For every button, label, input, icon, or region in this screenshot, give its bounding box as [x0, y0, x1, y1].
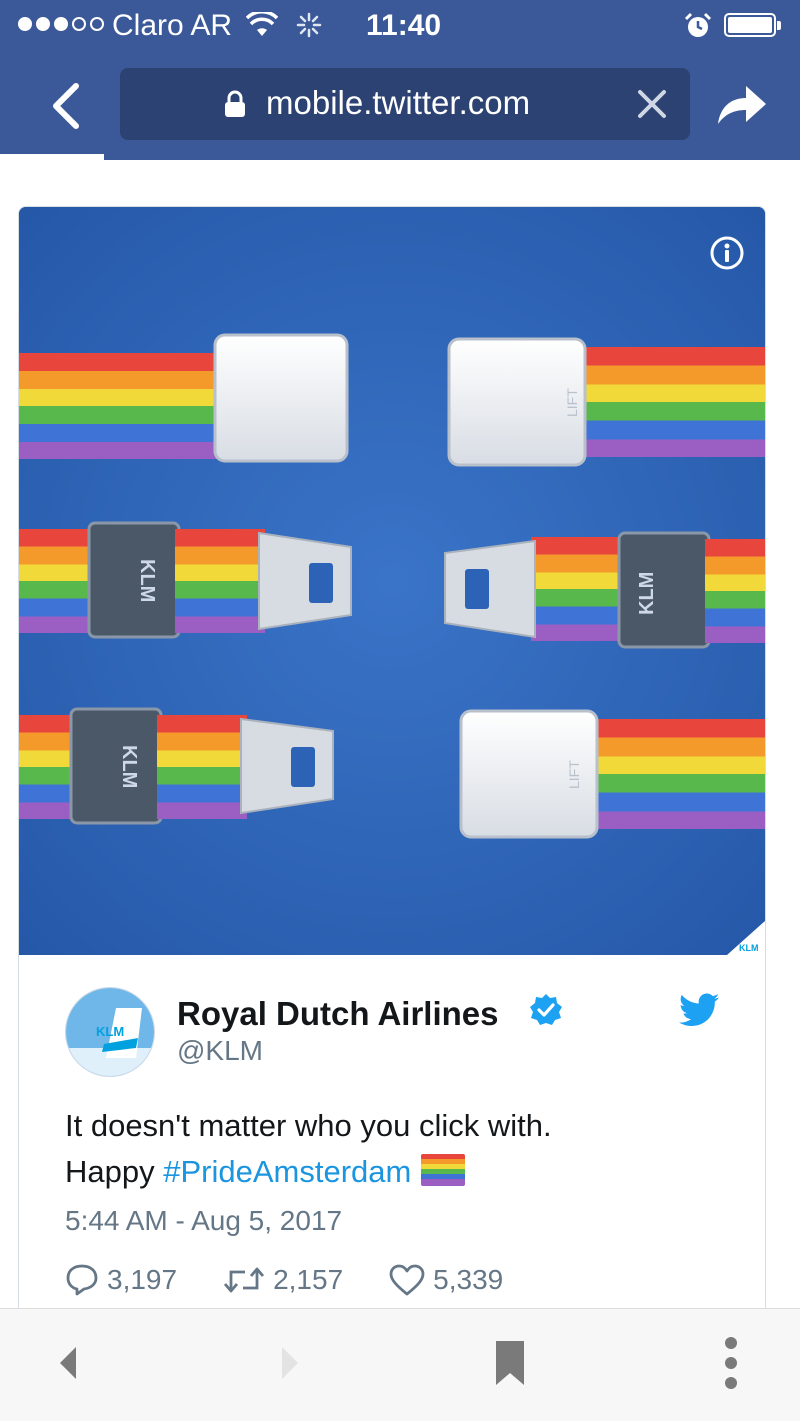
info-icon[interactable] — [709, 235, 745, 271]
chevron-left-icon[interactable] — [40, 76, 100, 136]
activity-spinner-icon — [296, 12, 322, 38]
buckle-logo-text: KLM — [118, 745, 140, 788]
reply-icon — [66, 1264, 98, 1296]
triangle-left-icon[interactable] — [56, 1343, 78, 1383]
buckle-logo-text: KLM — [136, 559, 158, 602]
tweet-actions: 3,197 2,157 5,339 — [65, 1263, 549, 1297]
buckle-lift-text: LIFT — [566, 760, 582, 789]
tweet-timestamp[interactable]: 5:44 AM - Aug 5, 2017 — [65, 1205, 342, 1237]
browser-nav-bar: mobile.twitter.com — [0, 52, 800, 160]
wifi-icon — [246, 12, 278, 36]
retweet-icon — [224, 1267, 265, 1293]
retweet-button[interactable]: 2,157 — [223, 1264, 343, 1296]
tweet-text-prefix: Happy — [65, 1154, 164, 1189]
vertical-dots-icon[interactable] — [720, 1335, 742, 1391]
reply-button[interactable]: 3,197 — [65, 1263, 177, 1297]
tweet-text: It doesn't matter who you click with. Ha… — [65, 1103, 725, 1195]
heart-icon — [389, 1264, 425, 1296]
carrier-name: Claro AR — [112, 9, 233, 42]
load-progress-bar — [0, 154, 104, 160]
verified-badge-icon — [530, 994, 562, 1025]
clock: 11:40 — [366, 9, 442, 42]
like-count: 5,339 — [433, 1264, 504, 1295]
lock-icon — [225, 90, 245, 117]
rainbow-seatbelts-image[interactable]: KLM KLM KLM LIFT LIFT KLM — [19, 207, 765, 955]
url-text[interactable]: mobile.twitter.com — [266, 84, 530, 122]
buckle-logo-text: KLM — [636, 572, 658, 615]
klm-corner-logo: KLM — [727, 921, 765, 955]
like-button[interactable]: 5,339 — [389, 1264, 503, 1296]
hashtag-link[interactable]: #PrideAmsterdam — [163, 1154, 411, 1189]
tweet-card[interactable]: KLM KLM KLM LIFT LIFT KLM KLM Royal Dutc… — [18, 206, 766, 1336]
reply-count: 3,197 — [107, 1264, 178, 1295]
klm-corner-text: KLM — [739, 943, 759, 953]
retweet-count: 2,157 — [273, 1264, 344, 1295]
display-name[interactable]: Royal Dutch Airlines — [177, 995, 499, 1033]
tweet-text-line-2: Happy #PrideAmsterdam — [65, 1149, 725, 1195]
share-arrow-icon[interactable] — [716, 82, 768, 126]
rainbow-flag-icon — [421, 1154, 466, 1186]
address-bar[interactable]: mobile.twitter.com — [120, 68, 690, 140]
browser-toolbar — [0, 1308, 800, 1421]
handle[interactable]: @KLM — [177, 1035, 263, 1067]
close-icon[interactable] — [636, 88, 668, 120]
buckle-lift-text: LIFT — [564, 388, 580, 417]
alarm-icon — [684, 12, 712, 37]
status-bar: Claro AR 11:40 — [0, 0, 800, 52]
tweet-text-line-1: It doesn't matter who you click with. — [65, 1108, 552, 1143]
twitter-bird-icon[interactable] — [679, 993, 719, 1027]
triangle-right-icon[interactable] — [280, 1343, 302, 1383]
avatar[interactable]: KLM — [65, 987, 155, 1077]
signal-dots-icon — [18, 17, 104, 31]
bookmark-icon[interactable] — [494, 1339, 526, 1387]
battery-icon — [724, 13, 781, 37]
avatar-logo-text: KLM — [96, 1024, 124, 1039]
